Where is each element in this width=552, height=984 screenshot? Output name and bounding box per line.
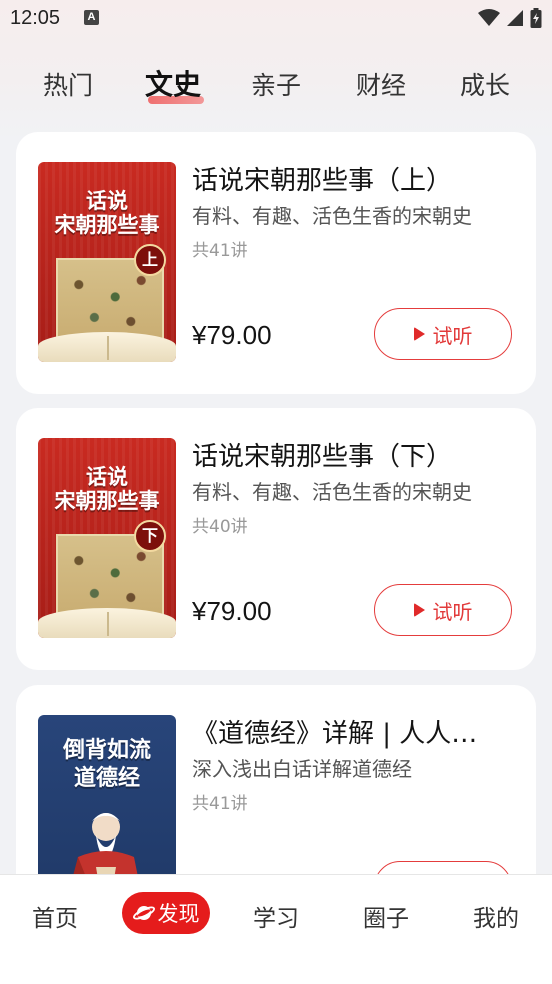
lecture-count: 共41讲 — [192, 241, 248, 261]
cellular-signal-icon — [507, 10, 523, 26]
tab-growth[interactable]: 成长 — [460, 66, 510, 102]
course-price: ¥79.00 — [192, 320, 272, 350]
planet-icon — [132, 906, 155, 920]
trial-listen-button[interactable]: 试听 — [374, 308, 512, 360]
nav-discover-label: 发现 — [157, 902, 200, 926]
lecture-count: 共41讲 — [192, 794, 248, 814]
play-icon — [413, 603, 425, 617]
cover-title-line2: 宋朝那些事 — [54, 212, 160, 237]
play-icon — [413, 327, 425, 341]
cover-title-line2: 道德经 — [73, 765, 140, 791]
status-time: 12:05 — [10, 7, 61, 29]
trial-listen-label: 试听 — [432, 323, 473, 348]
bottom-navigation: 首页 发现 学习 圈子 我的 — [0, 874, 552, 984]
cover-volume-badge: 下 — [134, 520, 166, 552]
course-price: ¥79.00 — [192, 596, 272, 626]
wifi-icon — [478, 9, 500, 26]
cover-title-line1: 话说 — [86, 188, 128, 213]
cover-title-line1: 倒背如流 — [62, 737, 151, 763]
course-cover: 话说 宋朝那些事 上 — [38, 162, 176, 362]
battery-charging-icon — [530, 8, 542, 28]
course-subtitle: 深入浅出白话详解道德经 — [192, 757, 412, 781]
notification-a-icon: A — [84, 10, 99, 25]
cover-title-line1: 话说 — [86, 464, 128, 489]
open-book-icon — [38, 608, 176, 638]
course-subtitle: 有料、有趣、活色生香的宋朝史 — [192, 480, 472, 504]
open-book-icon — [38, 332, 176, 362]
cover-volume-badge: 上 — [134, 244, 166, 276]
tab-hot[interactable]: 热门 — [43, 66, 93, 102]
course-card[interactable]: 话说 宋朝那些事 上 话说宋朝那些事（上） 有料、有趣、活色生香的宋朝史 共41… — [16, 132, 536, 394]
course-title[interactable]: 话说宋朝那些事（下） — [192, 436, 452, 473]
course-cover: 话说 宋朝那些事 下 — [38, 438, 176, 638]
trial-listen-label: 试听 — [432, 599, 473, 624]
course-title[interactable]: 《道德经》详解 | 人人… — [192, 713, 477, 750]
course-title[interactable]: 话说宋朝那些事（上） — [192, 160, 452, 197]
trial-listen-button[interactable]: 试听 — [374, 584, 512, 636]
cover-title-line2: 宋朝那些事 — [54, 488, 160, 513]
nav-home[interactable]: 首页 — [32, 899, 78, 933]
nav-study[interactable]: 学习 — [253, 899, 299, 933]
lecture-count: 共40讲 — [192, 517, 248, 537]
system-icons — [478, 8, 542, 28]
course-subtitle: 有料、有趣、活色生香的宋朝史 — [192, 204, 472, 228]
nav-me[interactable]: 我的 — [473, 899, 519, 933]
tab-finance[interactable]: 财经 — [356, 66, 406, 102]
nav-discover[interactable]: 发现 — [122, 892, 210, 934]
status-bar: 12:05 A — [0, 0, 552, 38]
category-tabs: 热门 文史 亲子 财经 成长 — [0, 66, 552, 110]
course-card[interactable]: 话说 宋朝那些事 下 话说宋朝那些事（下） 有料、有趣、活色生香的宋朝史 共40… — [16, 408, 536, 670]
tab-parenting[interactable]: 亲子 — [251, 66, 301, 102]
tab-literature-history[interactable]: 文史 — [145, 63, 201, 103]
nav-circle[interactable]: 圈子 — [363, 899, 409, 933]
